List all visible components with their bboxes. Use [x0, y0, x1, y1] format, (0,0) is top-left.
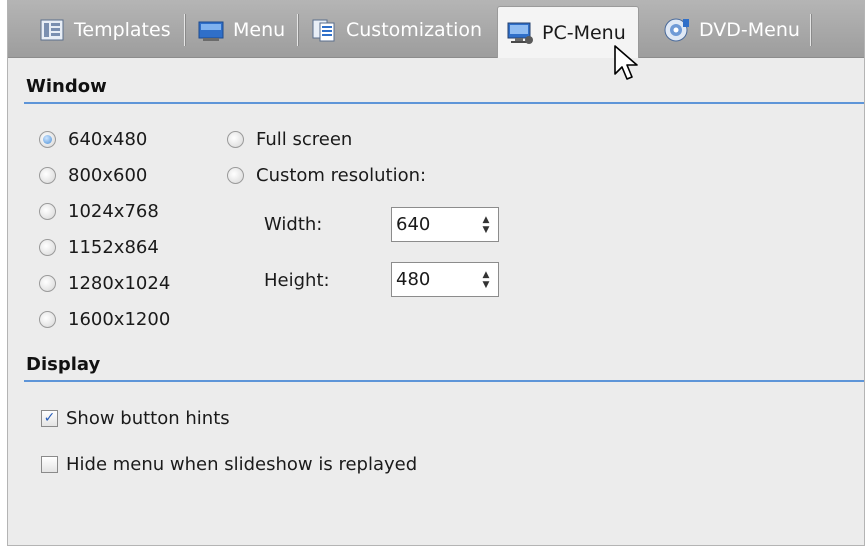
tab-label: Menu [233, 19, 286, 41]
tab-label: Templates [74, 19, 171, 41]
menu-icon [198, 21, 224, 41]
resolution-option[interactable]: 1024x768 [39, 198, 159, 224]
spin-up-icon[interactable]: ▲ [483, 215, 490, 225]
width-stepper[interactable]: 640 ▲ ▼ [391, 207, 499, 242]
radio-button[interactable] [39, 130, 56, 148]
tab-label: DVD-Menu [699, 19, 800, 41]
width-label: Width: [264, 214, 323, 235]
radio-button[interactable] [39, 310, 56, 328]
width-value[interactable]: 640 [392, 214, 474, 235]
templates-icon [40, 19, 64, 41]
radio-button[interactable] [227, 130, 244, 148]
tab-label: PC-Menu [542, 21, 626, 44]
window-section-title: Window [26, 76, 107, 97]
tab-separator [810, 14, 811, 46]
tab-menu[interactable]: Menu [197, 10, 285, 50]
radio-button[interactable] [39, 238, 56, 256]
full-screen-option[interactable]: Full screen [227, 126, 352, 152]
radio-button[interactable] [39, 274, 56, 292]
radio-button[interactable] [39, 202, 56, 220]
radio-button[interactable] [227, 166, 244, 184]
show-button-hints-option[interactable]: ✓ Show button hints [41, 405, 230, 431]
tab-separator [297, 14, 298, 46]
display-section-title: Display [26, 354, 101, 375]
checkbox-unchecked[interactable] [41, 455, 58, 473]
height-value[interactable]: 480 [392, 269, 474, 290]
spin-down-icon[interactable]: ▼ [483, 225, 490, 235]
tab-strip: Templates Menu Customization PC-Menu DVD… [8, 0, 864, 58]
pc-menu-settings-window: Templates Menu Customization PC-Menu DVD… [7, 0, 865, 546]
checkbox-checked[interactable]: ✓ [41, 409, 58, 427]
resolution-option[interactable]: 1600x1200 [39, 306, 170, 332]
mouse-cursor-icon [614, 45, 638, 80]
spin-up-icon[interactable]: ▲ [483, 270, 490, 280]
resolution-option[interactable]: 800x600 [39, 162, 147, 188]
customization-icon [312, 19, 335, 42]
spin-arrows[interactable]: ▲ ▼ [474, 215, 498, 235]
resolution-option[interactable]: 1152x864 [39, 234, 159, 260]
tab-label: Customization [346, 19, 483, 41]
window-section-rule [24, 102, 864, 104]
display-section-rule [24, 380, 864, 382]
tab-customization[interactable]: Customization [310, 10, 482, 50]
custom-resolution-option[interactable]: Custom resolution: [227, 162, 426, 188]
spin-down-icon[interactable]: ▼ [483, 280, 490, 290]
height-stepper[interactable]: 480 ▲ ▼ [391, 262, 499, 297]
dvd-icon [664, 18, 689, 42]
spin-arrows[interactable]: ▲ ▼ [474, 270, 498, 290]
resolution-option[interactable]: 1280x1024 [39, 270, 170, 296]
hide-menu-option[interactable]: Hide menu when slideshow is replayed [41, 451, 417, 477]
height-label: Height: [264, 270, 330, 291]
resolution-option[interactable]: 640x480 [39, 126, 147, 152]
tab-separator [184, 14, 185, 46]
tab-templates[interactable]: Templates [38, 10, 171, 50]
pc-menu-icon [507, 22, 533, 44]
tab-dvd-menu[interactable]: DVD-Menu [663, 10, 800, 50]
radio-button[interactable] [39, 166, 56, 184]
